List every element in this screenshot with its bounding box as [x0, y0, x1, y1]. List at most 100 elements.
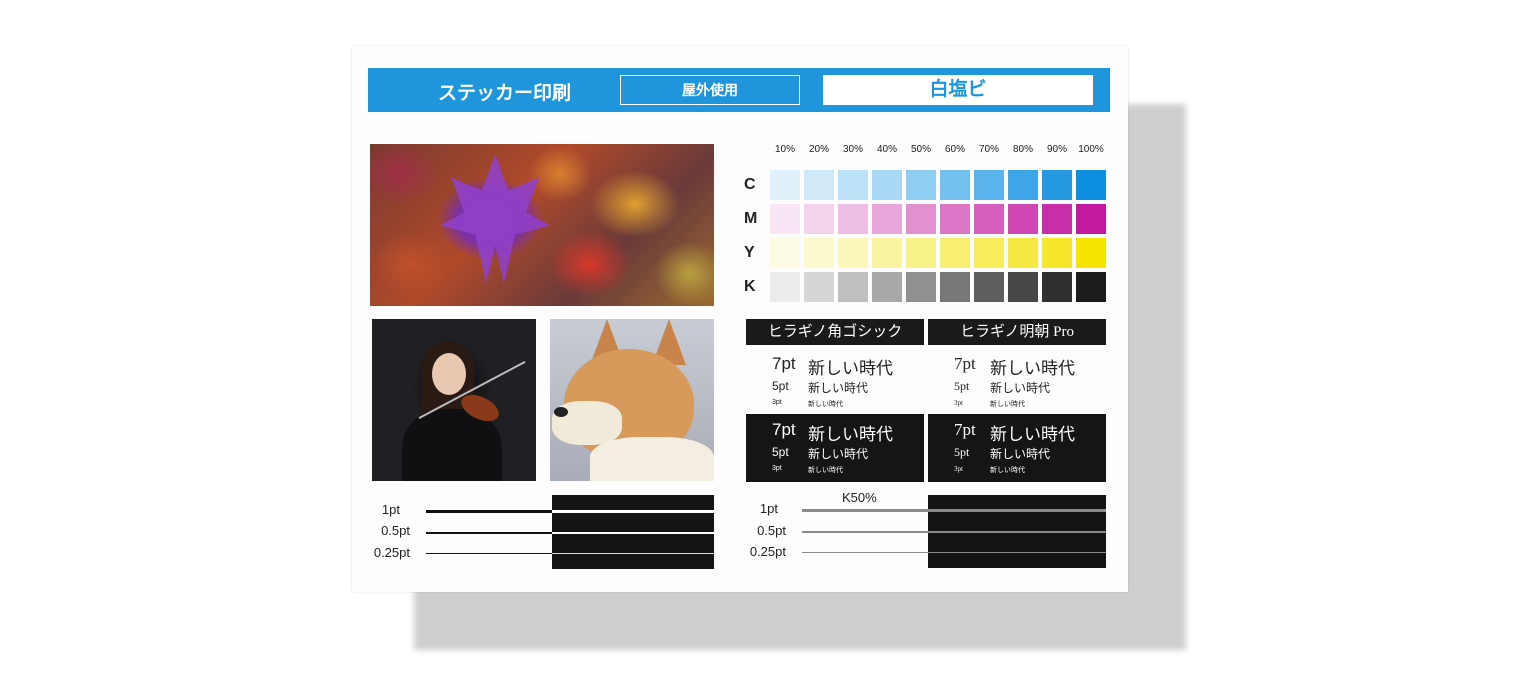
gothic-5pt-text: 新しい時代 — [808, 381, 869, 395]
color-swatch — [1076, 238, 1106, 268]
percent-label: 50% — [910, 144, 931, 155]
gothic-3pt-text: 新しい時代 — [808, 401, 843, 408]
line-05pt-black — [426, 532, 552, 534]
material-label: 白塩ビ — [823, 75, 1093, 105]
color-swatch — [770, 272, 800, 302]
mincho-inv-7pt-size: 7pt — [954, 420, 976, 439]
color-swatch — [804, 272, 834, 302]
color-swatch — [1008, 272, 1038, 302]
gothic-inv-5pt-size: 5pt — [772, 445, 789, 459]
k50-line-1pt-label: 1pt — [759, 501, 778, 516]
line-025pt-label: 0.25pt — [373, 545, 410, 560]
k50-line-05pt — [802, 531, 928, 533]
photo-shiba-dog — [550, 319, 714, 481]
color-swatch — [770, 204, 800, 234]
k50-line-05pt-onblack — [928, 531, 1106, 533]
color-swatch — [872, 204, 902, 234]
percent-label: 30% — [842, 144, 863, 155]
mincho-3pt-size: 3pt — [954, 399, 963, 407]
percent-label: 90% — [1046, 144, 1067, 155]
color-swatch — [804, 170, 834, 200]
gothic-inv-3pt-size: 3pt — [772, 465, 782, 472]
mincho-inv-7pt-text: 新しい時代 — [990, 425, 1075, 444]
percent-label: 80% — [1012, 144, 1033, 155]
percent-label: 60% — [944, 144, 965, 155]
ink-row-label: C — [744, 176, 756, 193]
color-swatch — [804, 204, 834, 234]
line-05pt-white — [552, 532, 714, 534]
color-swatch — [872, 170, 902, 200]
line-05pt-label: 0.5pt — [381, 523, 410, 538]
mincho-5pt-size: 5pt — [954, 379, 970, 393]
color-swatch — [872, 272, 902, 302]
color-swatch — [974, 170, 1004, 200]
k50-line-1pt — [802, 509, 928, 512]
gothic-7pt-text: 新しい時代 — [808, 359, 893, 378]
color-swatch — [838, 272, 868, 302]
photo-violinist — [372, 319, 536, 481]
color-swatch — [838, 238, 868, 268]
color-swatch — [1076, 170, 1106, 200]
mincho-inv-3pt-size: 3pt — [954, 465, 963, 473]
font-gothic-heading: ヒラギノ角ゴシック — [746, 319, 924, 345]
mincho-5pt-text: 新しい時代 — [990, 381, 1051, 395]
color-swatch — [940, 204, 970, 234]
line-025pt-black — [426, 553, 552, 554]
header-bar: ステッカー印刷 屋外使用 白塩ビ — [368, 68, 1110, 112]
k50-label: K50% — [842, 490, 877, 505]
percent-label: 10% — [774, 144, 795, 155]
color-swatch — [974, 204, 1004, 234]
usage-label: 屋外使用 — [620, 75, 800, 105]
mincho-inv-5pt-size: 5pt — [954, 445, 970, 459]
gothic-inv-7pt-text: 新しい時代 — [808, 425, 893, 444]
color-swatch — [974, 272, 1004, 302]
color-swatch — [1008, 238, 1038, 268]
color-swatch — [940, 238, 970, 268]
sticker-sample-card: ステッカー印刷 屋外使用 白塩ビ 10% 20% 30% 40% 50% 60% 70% 80… — [352, 46, 1128, 592]
percent-label: 40% — [876, 144, 897, 155]
gothic-5pt-size: 5pt — [772, 379, 789, 393]
font-mincho-heading: ヒラギノ明朝 Pro — [928, 319, 1106, 345]
line-1pt-label: 1pt — [381, 502, 400, 517]
color-swatch — [1042, 238, 1072, 268]
ink-row-label: K — [744, 278, 756, 295]
gothic-inv-3pt-text: 新しい時代 — [808, 467, 843, 474]
photo-autumn-leaves — [370, 144, 714, 306]
mincho-inv-3pt-text: 新しい時代 — [990, 466, 1025, 474]
percent-label: 100% — [1078, 144, 1104, 155]
color-swatch — [804, 238, 834, 268]
color-swatch — [1076, 272, 1106, 302]
mincho-7pt-size: 7pt — [954, 354, 976, 373]
gothic-3pt-size: 3pt — [772, 399, 782, 406]
k50-line-025pt — [802, 552, 928, 553]
line-1pt-black — [426, 510, 552, 513]
color-swatch — [1008, 170, 1038, 200]
color-swatch — [838, 170, 868, 200]
gothic-inv-5pt-text: 新しい時代 — [808, 447, 869, 461]
color-swatch — [872, 238, 902, 268]
color-swatch — [1042, 204, 1072, 234]
gothic-inv-7pt-size: 7pt — [772, 420, 796, 439]
line-025pt-white — [552, 553, 714, 554]
mincho-inv-5pt-text: 新しい時代 — [990, 447, 1051, 461]
maple-leaf-shape — [440, 154, 550, 284]
ink-row-label: M — [744, 210, 758, 227]
k50-line-025pt-label: 0.25pt — [749, 544, 786, 559]
color-swatch — [906, 272, 936, 302]
header-title: ステッカー印刷 — [438, 83, 572, 104]
percent-label: 20% — [808, 144, 829, 155]
line-1pt-white — [552, 510, 714, 513]
mincho-3pt-text: 新しい時代 — [990, 400, 1025, 408]
color-swatch — [906, 204, 936, 234]
color-swatch — [1042, 170, 1072, 200]
color-swatch — [838, 204, 868, 234]
color-swatch — [906, 238, 936, 268]
color-swatch — [1008, 204, 1038, 234]
color-swatch — [770, 238, 800, 268]
color-swatch — [906, 170, 936, 200]
color-swatch — [940, 170, 970, 200]
color-swatch — [770, 170, 800, 200]
color-swatch — [1042, 272, 1072, 302]
k50-line-05pt-label: 0.5pt — [757, 523, 786, 538]
percent-label: 70% — [978, 144, 999, 155]
